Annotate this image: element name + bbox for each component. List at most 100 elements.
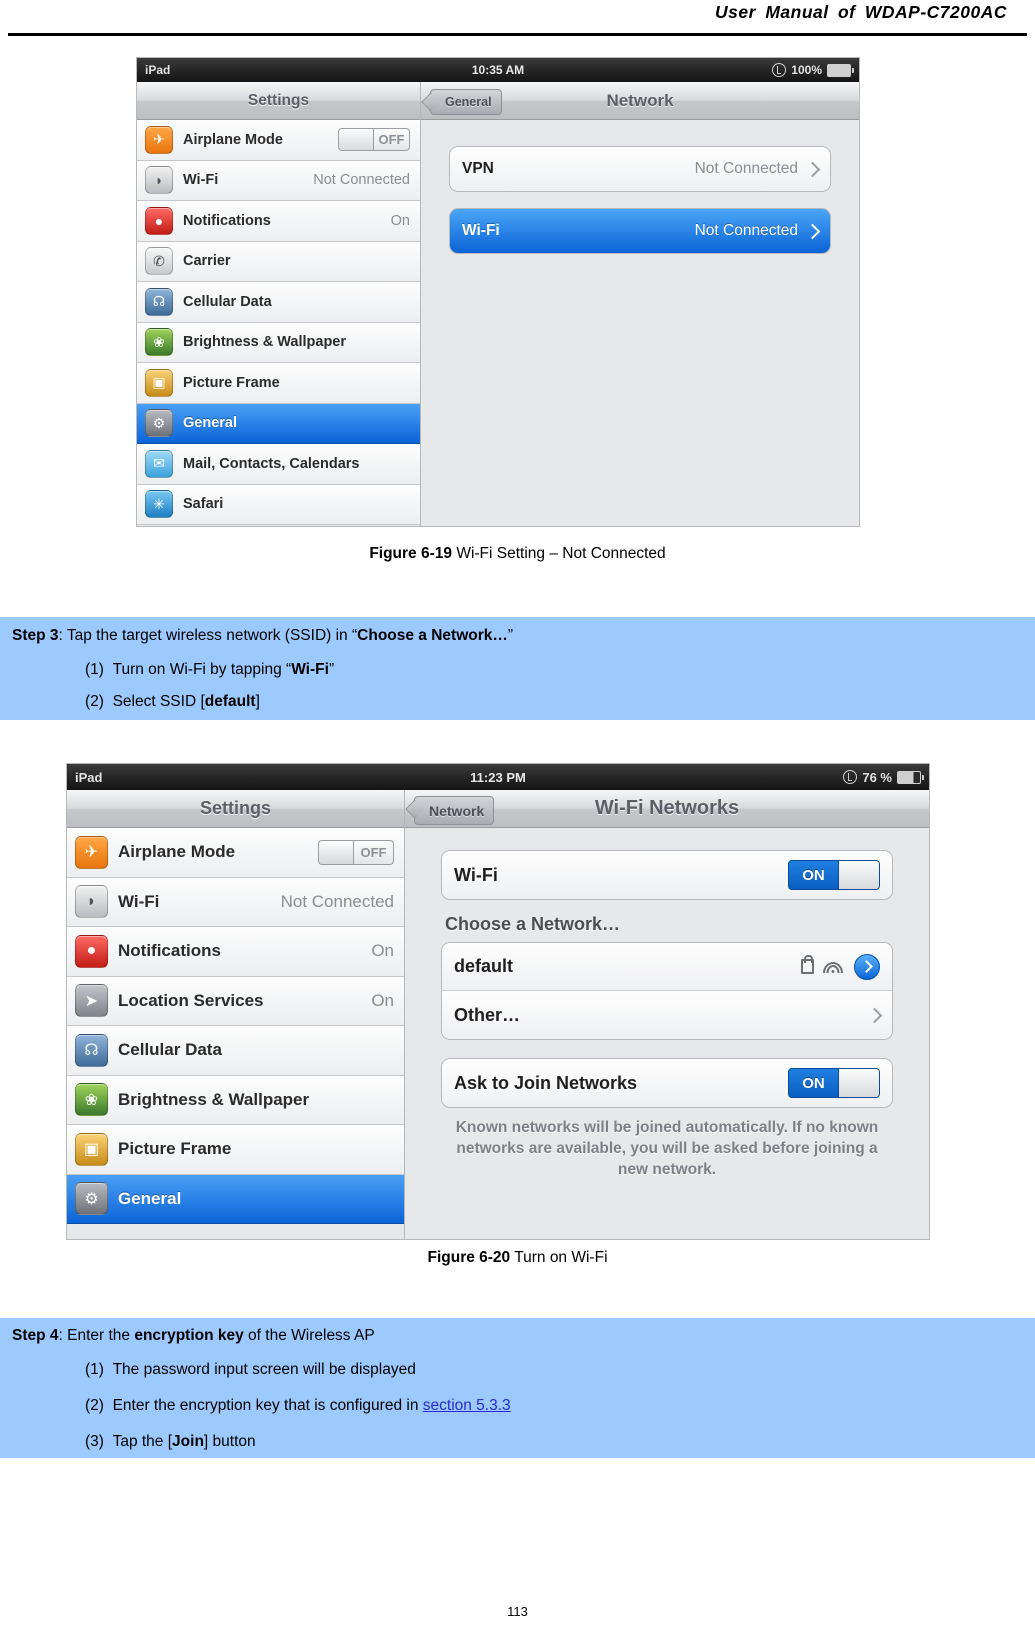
sidebar-item-general[interactable]: ⚙ General	[67, 1174, 404, 1224]
sidebar-item-cellular-data[interactable]: ☊ Cellular Data	[67, 1026, 404, 1076]
sidebar-item-label: Cellular Data	[183, 293, 272, 310]
sidebar-item-notifications[interactable]: ● Notifications On	[67, 927, 404, 977]
step-3-label: Step 3	[12, 627, 59, 644]
sidebar-item-safari[interactable]: ✳ Safari	[137, 484, 420, 525]
item-emphasis: default	[204, 693, 256, 710]
sidebar-item-brightness-wallpaper[interactable]: ❀ Brightness & Wallpaper	[67, 1075, 404, 1125]
chevron-right-icon	[804, 161, 821, 177]
toggle-knob	[838, 861, 879, 889]
network-detail-button[interactable]	[854, 953, 880, 980]
sidebar-item-carrier[interactable]: ✆ Carrier	[137, 241, 420, 282]
ask-to-join-toggle[interactable]: ON	[788, 1068, 880, 1098]
row-vpn[interactable]: VPN Not Connected	[450, 147, 830, 191]
battery-icon	[897, 770, 924, 784]
row-label: VPN	[462, 160, 494, 177]
row-value: Not Connected	[694, 160, 798, 177]
status-time: 11:23 PM	[470, 769, 526, 785]
network-label: Other…	[454, 1004, 521, 1025]
sidebar-item-wifi[interactable]: ◗ Wi-Fi Not Connected	[137, 160, 420, 201]
back-button-label: General	[445, 95, 492, 109]
airplane-mode-toggle[interactable]: OFF	[338, 128, 410, 152]
step-4-box: Step 4: Enter the encryption key of the …	[0, 1318, 1035, 1458]
sidebar-item-brightness-wallpaper[interactable]: ❀ Brightness & Wallpaper	[137, 322, 420, 363]
item-number: (1)	[85, 1361, 104, 1378]
item-text: Tap the [	[112, 1433, 173, 1450]
toggle-label: OFF	[360, 844, 387, 860]
step-4-label: Step 4	[12, 1327, 59, 1344]
page-header: User Manual of WDAP-C7200AC	[0, 0, 1035, 40]
wifi-toggle[interactable]: ON	[788, 860, 880, 890]
section-link[interactable]: section 5.3.3	[423, 1397, 511, 1414]
sidebar-item-general[interactable]: ⚙ General	[137, 403, 420, 444]
figure-6-19-screenshot: iPad 10:35 AM 100% Settings ✈ Airplane M…	[136, 57, 860, 527]
item-text: Enter the encryption key that is configu…	[112, 1397, 423, 1414]
lock-icon	[801, 955, 814, 974]
network-item-other[interactable]: Other…	[442, 991, 892, 1039]
sidebar-item-label: Carrier	[183, 253, 231, 270]
sidebar-item-location-services[interactable]: ➤ Location Services On	[67, 976, 404, 1026]
step-4-heading: Step 4: Enter the encryption key of the …	[12, 1327, 375, 1345]
general-gear-icon: ⚙	[75, 1182, 108, 1216]
row-label: Wi-Fi	[454, 864, 498, 885]
figure-6-19-number: Figure 6-19	[369, 545, 453, 562]
step-4-emphasis: encryption key	[134, 1327, 244, 1344]
sidebar-item-mail-contacts-calendars[interactable]: ✉ Mail, Contacts, Calendars	[137, 444, 420, 485]
brightness-icon: ❀	[145, 328, 173, 357]
step-4-item-3: (3) Tap the [Join] button	[85, 1433, 256, 1451]
back-button-network[interactable]: Network	[414, 796, 495, 825]
sidebar-item-wifi[interactable]: ◗ Wi-Fi Not Connected	[67, 877, 404, 927]
sidebar-item-label: Airplane Mode	[183, 131, 283, 148]
sidebar-item-notifications[interactable]: ● Notifications On	[137, 201, 420, 242]
step-3-text-tail: ”	[507, 627, 514, 644]
figure-6-19-title: Wi-Fi Setting – Not Connected	[452, 545, 666, 562]
sidebar-item-airplane-mode[interactable]: ✈ Airplane Mode OFF	[67, 828, 404, 878]
figure-6-20-caption: Figure 6-20 Turn on Wi-Fi	[0, 1249, 1035, 1267]
sidebar-item-value: Not Connected	[280, 891, 394, 911]
sidebar-item-airplane-mode[interactable]: ✈ Airplane Mode OFF	[137, 120, 420, 161]
step-3-heading: Step 3: Tap the target wireless network …	[12, 627, 513, 645]
sidebar-item-label: General	[183, 415, 237, 432]
sidebar-item-label: Notifications	[118, 941, 221, 961]
item-text: Turn on Wi-Fi by tapping “	[112, 661, 292, 678]
row-value: Not Connected	[694, 222, 798, 239]
figure-6-20-number: Figure 6-20	[427, 1249, 511, 1266]
sidebar-item-value: On	[371, 990, 394, 1010]
sidebar-item-label: Wi-Fi	[118, 891, 160, 911]
sidebar-item-picture-frame[interactable]: ▣ Picture Frame	[67, 1125, 404, 1175]
sidebar-item-label: Safari	[183, 496, 224, 513]
item-text: The password input screen will be displa…	[112, 1361, 416, 1378]
back-button-general[interactable]: General	[430, 89, 502, 115]
item-text-tail: ]	[255, 693, 260, 710]
network-title: Network	[606, 90, 674, 110]
settings-title-bar: Settings	[67, 790, 404, 828]
item-text: Select SSID [	[112, 693, 205, 710]
row-ask-to-join[interactable]: Ask to Join Networks ON	[442, 1059, 892, 1107]
wifi-group: Wi-Fi Not Connected	[449, 208, 831, 254]
sidebar-item-label: Location Services	[118, 990, 264, 1010]
wifi-icon: ◗	[145, 166, 173, 195]
vpn-group: VPN Not Connected	[449, 146, 831, 192]
row-wifi[interactable]: Wi-Fi Not Connected	[450, 209, 830, 253]
network-list-group: default Other…	[441, 942, 893, 1040]
sidebar-item-cellular-data[interactable]: ☊ Cellular Data	[137, 282, 420, 323]
sidebar-item-label: Mail, Contacts, Calendars	[183, 455, 360, 472]
item-emphasis: Wi-Fi	[291, 661, 329, 678]
settings-sidebar[interactable]: Settings ✈ Airplane Mode OFF ◗ Wi-Fi Not…	[137, 82, 421, 526]
toggle-knob	[319, 840, 354, 864]
back-button-label: Network	[429, 802, 485, 819]
airplane-mode-toggle[interactable]: OFF	[318, 839, 394, 865]
network-item-default[interactable]: default	[442, 943, 892, 991]
mail-icon: ✉	[145, 449, 173, 478]
safari-icon: ✳	[145, 490, 173, 519]
sidebar-item-label: Picture Frame	[183, 374, 280, 391]
document-page: User Manual of WDAP-C7200AC iPad 10:35 A…	[0, 0, 1035, 1627]
wifi-toggle-group: Wi-Fi ON	[441, 850, 893, 900]
step-4-text-tail: of the Wireless AP	[243, 1327, 375, 1344]
network-label: default	[454, 956, 514, 976]
step-3-emphasis: Choose a Network…	[357, 627, 508, 644]
row-wifi-toggle[interactable]: Wi-Fi ON	[442, 851, 892, 899]
sidebar-item-picture-frame[interactable]: ▣ Picture Frame	[137, 363, 420, 404]
sidebar-item-label: Brightness & Wallpaper	[183, 334, 347, 351]
settings-sidebar[interactable]: Settings ✈ Airplane Mode OFF ◗ Wi-Fi Not…	[67, 790, 405, 1239]
wifi-networks-title: Wi-Fi Networks	[594, 797, 740, 819]
